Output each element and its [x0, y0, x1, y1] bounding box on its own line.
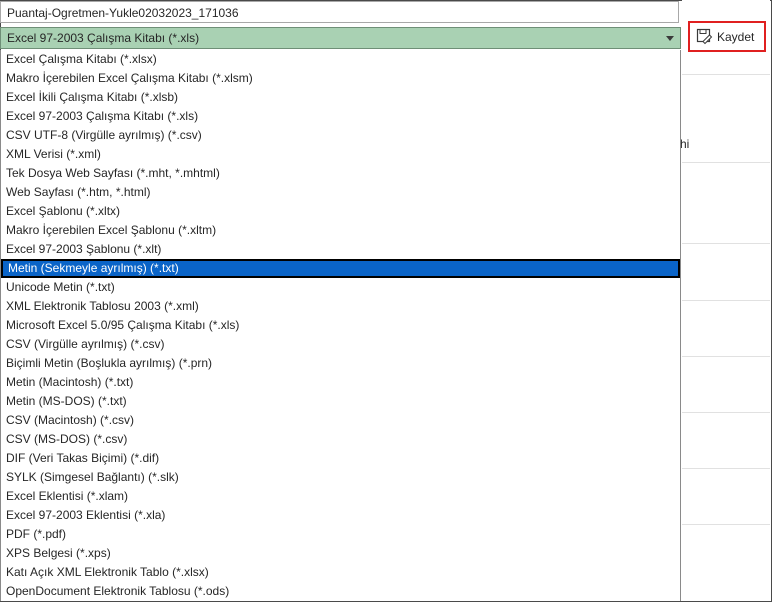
file-type-option[interactable]: DIF (Veri Takas Biçimi) (*.dif)	[1, 449, 680, 468]
file-type-option[interactable]: XML Elektronik Tablosu 2003 (*.xml)	[1, 297, 680, 316]
file-type-option[interactable]: Excel İkili Çalışma Kitabı (*.xlsb)	[1, 88, 680, 107]
file-type-option[interactable]: Metin (Sekmeyle ayrılmış) (*.txt)	[1, 259, 680, 278]
file-type-option[interactable]: Makro İçerebilen Excel Çalışma Kitabı (*…	[1, 69, 680, 88]
file-type-option[interactable]: CSV (Virgülle ayrılmış) (*.csv)	[1, 335, 680, 354]
file-type-option[interactable]: Katı Açık XML Elektronik Tablo (*.xlsx)	[1, 563, 680, 582]
divider	[682, 412, 770, 413]
file-type-option[interactable]: CSV (MS-DOS) (*.csv)	[1, 430, 680, 449]
divider	[682, 243, 770, 244]
file-type-option[interactable]: Excel 97-2003 Eklentisi (*.xla)	[1, 506, 680, 525]
file-type-option[interactable]: XML Verisi (*.xml)	[1, 145, 680, 164]
file-type-option[interactable]: Biçimli Metin (Boşlukla ayrılmış) (*.prn…	[1, 354, 680, 373]
file-type-option[interactable]: Unicode Metin (*.txt)	[1, 278, 680, 297]
save-button-highlight: Kaydet	[688, 21, 766, 52]
file-type-option[interactable]: Microsoft Excel 5.0/95 Çalışma Kitabı (*…	[1, 316, 680, 335]
divider	[682, 300, 770, 301]
chevron-down-icon[interactable]	[666, 36, 674, 41]
file-type-option[interactable]: Metin (MS-DOS) (*.txt)	[1, 392, 680, 411]
file-type-option[interactable]: SYLK (Simgesel Bağlantı) (*.slk)	[1, 468, 680, 487]
file-type-option[interactable]: Makro İçerebilen Excel Şablonu (*.xltm)	[1, 221, 680, 240]
file-type-option[interactable]: Excel 97-2003 Şablonu (*.xlt)	[1, 240, 680, 259]
save-button[interactable]: Kaydet	[696, 28, 754, 45]
file-type-option[interactable]: Excel Eklentisi (*.xlam)	[1, 487, 680, 506]
file-type-list[interactable]: Excel Çalışma Kitabı (*.xlsx) Makro İçere…	[0, 50, 681, 601]
file-type-option[interactable]: Metin (Macintosh) (*.txt)	[1, 373, 680, 392]
file-type-option[interactable]: Excel Şablonu (*.xltx)	[1, 202, 680, 221]
divider	[682, 74, 770, 75]
divider	[682, 468, 770, 469]
right-panel	[682, 0, 770, 600]
save-button-label: Kaydet	[717, 29, 755, 44]
file-type-option[interactable]: CSV UTF-8 (Virgülle ayrılmış) (*.csv)	[1, 126, 680, 145]
divider	[682, 162, 770, 163]
file-type-option[interactable]: PDF (*.pdf)	[1, 525, 680, 544]
file-type-option[interactable]: XPS Belgesi (*.xps)	[1, 544, 680, 563]
file-name-input[interactable]: Puantaj-Ogretmen-Yukle02032023_171036	[0, 1, 679, 23]
save-as-type-value: Excel 97-2003 Çalışma Kitabı (*.xls)	[7, 31, 200, 45]
file-type-option[interactable]: Web Sayfası (*.htm, *.html)	[1, 183, 680, 202]
save-as-icon	[696, 28, 713, 45]
right-panel-text-fragment: hi	[680, 137, 690, 151]
file-type-option[interactable]: Tek Dosya Web Sayfası (*.mht, *.mhtml)	[1, 164, 680, 183]
divider	[682, 524, 770, 525]
file-type-option[interactable]: OpenDocument Elektronik Tablosu (*.ods)	[1, 582, 680, 601]
file-type-option[interactable]: CSV (Macintosh) (*.csv)	[1, 411, 680, 430]
save-as-type-select[interactable]: Excel 97-2003 Çalışma Kitabı (*.xls)	[0, 27, 681, 49]
file-type-option[interactable]: Excel Çalışma Kitabı (*.xlsx)	[1, 50, 680, 69]
divider	[682, 356, 770, 357]
file-type-option[interactable]: Excel 97-2003 Çalışma Kitabı (*.xls)	[1, 107, 680, 126]
